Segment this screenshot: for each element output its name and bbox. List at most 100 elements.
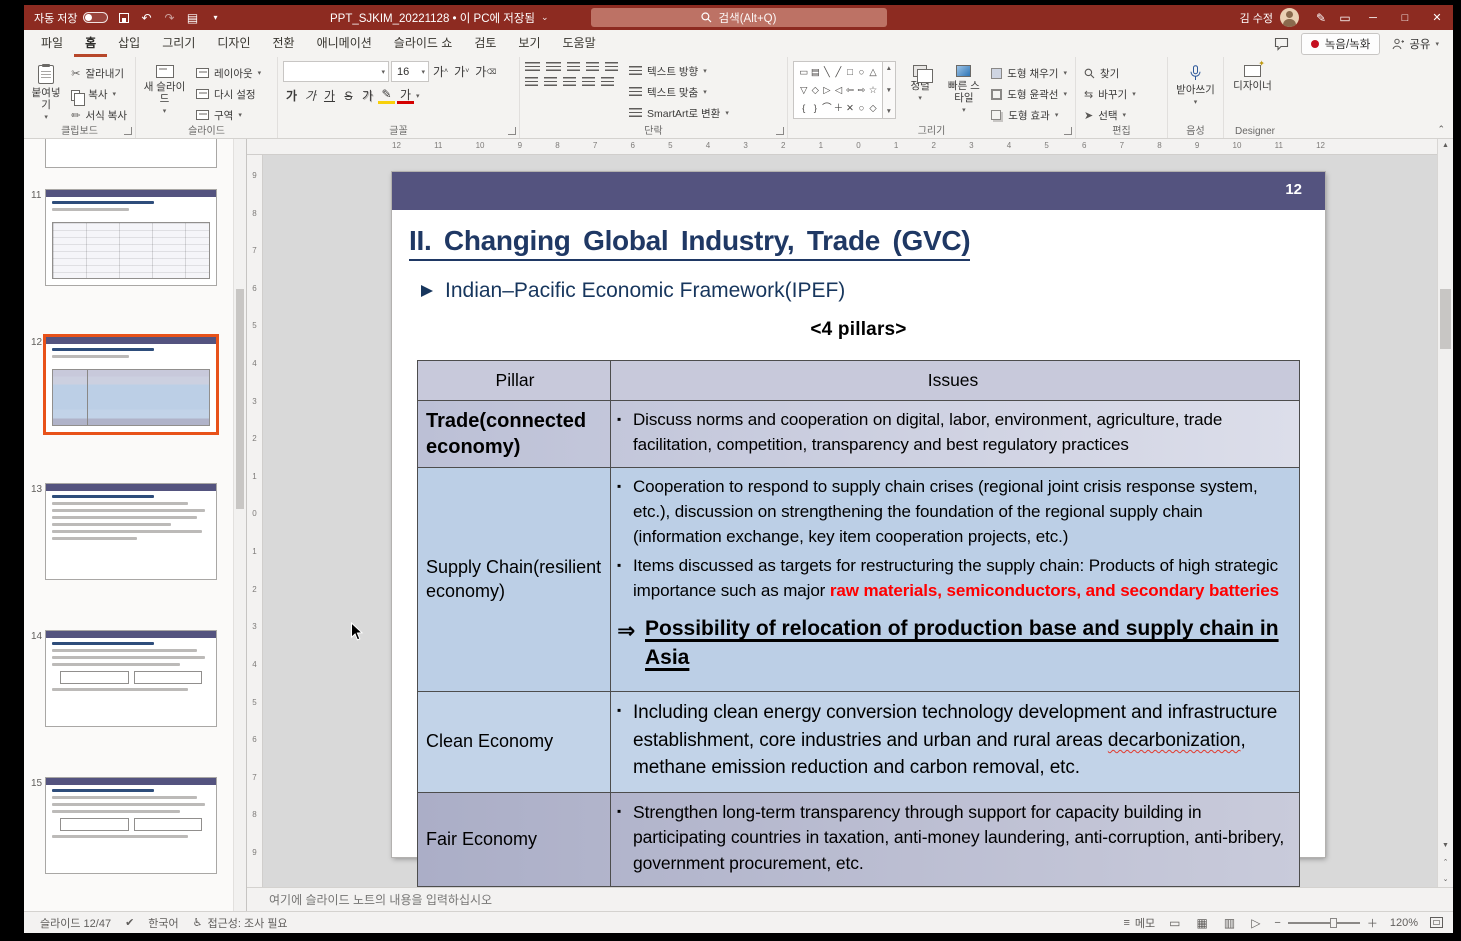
slide-bullet[interactable]: Indian–Pacific Economic Framework(IPEF)	[421, 279, 1325, 303]
reading-view-button[interactable]: ▥	[1222, 916, 1237, 930]
line-spacing-button[interactable]	[605, 62, 618, 73]
find-button[interactable]: 찾기	[1081, 63, 1139, 83]
shape-option[interactable]: ○	[856, 64, 868, 81]
language-status[interactable]: 한국어	[148, 915, 178, 931]
notes-area[interactable]: 여기에 슬라이드 노트의 내용을 입력하십시오	[247, 887, 1453, 911]
thumbnail-preview[interactable]	[45, 777, 217, 874]
drawing-dialog-launcher-icon[interactable]	[1064, 127, 1072, 135]
ribbon-display-options-button[interactable]: ▭	[1333, 5, 1357, 30]
shape-outline-button[interactable]: 도형 윤곽선▾	[988, 84, 1070, 104]
copy-button[interactable]: 복사▾	[68, 84, 130, 104]
shape-option[interactable]: ☆	[867, 82, 879, 99]
accessibility-status[interactable]: ♿접근성: 조사 필요	[193, 915, 288, 931]
reset-button[interactable]: 다시 설정	[193, 84, 264, 104]
previous-slide-button[interactable]: ⌃	[1443, 858, 1449, 866]
shape-option[interactable]: ○	[856, 100, 868, 117]
thumbnail-preview[interactable]	[45, 336, 217, 433]
shape-option[interactable]: ⌒	[821, 100, 833, 117]
fit-to-window-icon[interactable]	[1430, 917, 1443, 928]
shape-option[interactable]: ◇	[867, 100, 879, 117]
shape-option[interactable]: ⇨	[856, 82, 868, 99]
new-slide-button[interactable]: 새 슬라이드 ▾	[141, 61, 188, 116]
table-caption[interactable]: <4 pillars>	[392, 319, 1325, 341]
bullets-button[interactable]	[525, 62, 540, 73]
shape-option[interactable]: ▽	[798, 82, 810, 99]
scroll-down-icon[interactable]: ▼	[1442, 842, 1449, 849]
clear-formatting-button[interactable]: 가⌫	[473, 62, 498, 81]
ribbon-tab-디자인[interactable]: 디자인	[206, 30, 261, 57]
slide-title[interactable]: II. Changing Global Industry, Trade (GVC…	[409, 225, 1325, 257]
shape-gallery[interactable]: ▭▤╲╱□○△ ▽◇▷◁⇦⇨☆ {}⌒＋✕○◇ ▲ ▼ ▼	[793, 61, 896, 119]
share-button[interactable]: 공유 ▾	[1392, 36, 1439, 52]
vertical-scrollbar[interactable]: ▲ ▼ ⌃ ⌄	[1437, 139, 1453, 887]
align-text-button[interactable]: 텍스트 맞춤▾	[626, 82, 732, 102]
shape-option[interactable]: ╱	[833, 64, 845, 81]
slide-thumbnail-partial[interactable]	[45, 139, 217, 168]
slide-thumbnail-15[interactable]: 15	[24, 777, 230, 897]
minimize-button[interactable]: ─	[1357, 5, 1389, 30]
ribbon-tab-검토[interactable]: 검토	[463, 30, 507, 57]
undo-button[interactable]: ↶	[140, 11, 154, 25]
user-avatar[interactable]	[1280, 8, 1299, 27]
thumbnail-scrollbar-thumb[interactable]	[236, 289, 244, 509]
shape-option[interactable]: ▤	[810, 64, 822, 81]
justify-button[interactable]	[582, 77, 595, 88]
paste-button[interactable]: 붙여넣기 ▾	[29, 61, 63, 122]
autosave-switch-icon[interactable]	[83, 12, 108, 23]
slide-thumbnail-14[interactable]: 14	[24, 630, 230, 750]
thumbnail-preview[interactable]	[45, 189, 217, 286]
zoom-in-icon[interactable]: ＋	[1367, 915, 1378, 931]
numbering-button[interactable]	[546, 62, 561, 73]
arrange-button[interactable]: 정렬 ▾	[901, 61, 940, 103]
zoom-out-icon[interactable]: −	[1274, 917, 1280, 929]
ribbon-tab-보기[interactable]: 보기	[507, 30, 551, 57]
strikethrough-button[interactable]: S	[340, 86, 357, 105]
save-button[interactable]	[117, 13, 131, 23]
ribbon-tab-홈[interactable]: 홈	[74, 30, 107, 57]
decrease-indent-button[interactable]	[567, 62, 580, 73]
slide-sorter-view-button[interactable]: ▦	[1195, 916, 1210, 930]
ribbon-tab-도움말[interactable]: 도움말	[552, 30, 607, 57]
maximize-button[interactable]: □	[1389, 5, 1421, 30]
zoom-slider-thumb[interactable]	[1330, 918, 1337, 928]
italic-button[interactable]: 가	[302, 86, 319, 105]
bold-button[interactable]: 가	[283, 86, 300, 105]
zoom-control[interactable]: − ＋	[1274, 915, 1377, 931]
designer-button[interactable]: 디자이너	[1229, 61, 1276, 92]
layout-button[interactable]: 레이아웃▾	[193, 63, 264, 83]
thumbnail-preview[interactable]	[45, 483, 217, 580]
comments-icon[interactable]	[1274, 37, 1289, 51]
record-button[interactable]: 녹음/녹화	[1301, 33, 1381, 55]
quick-styles-button[interactable]: 빠른 스타일 ▾	[945, 61, 984, 115]
ribbon-tab-전환[interactable]: 전환	[261, 30, 305, 57]
shape-option[interactable]: ⇦	[844, 82, 856, 99]
dictate-button[interactable]: 받아쓰기 ▾	[1173, 61, 1218, 107]
redo-button[interactable]: ↷	[163, 11, 177, 25]
shrink-font-button[interactable]: 가˅	[452, 62, 471, 81]
table-row-clean[interactable]: Clean Economy▪Including clean energy con…	[418, 692, 1299, 793]
normal-view-button[interactable]: ▭	[1167, 916, 1182, 930]
slide[interactable]: 12 II. Changing Global Industry, Trade (…	[392, 172, 1325, 857]
shape-option[interactable]: }	[810, 100, 822, 117]
shape-fill-button[interactable]: 도형 채우기▾	[988, 63, 1070, 83]
shape-option[interactable]: △	[867, 64, 879, 81]
gallery-up-icon[interactable]: ▲	[886, 65, 892, 72]
scrollbar-thumb[interactable]	[1440, 289, 1451, 349]
scroll-up-icon[interactable]: ▲	[1438, 142, 1453, 149]
shape-option[interactable]: ▭	[798, 64, 810, 81]
shape-option[interactable]: ◇	[810, 82, 822, 99]
gallery-down-icon[interactable]: ▼	[886, 87, 892, 94]
paragraph-dialog-launcher-icon[interactable]	[776, 127, 784, 135]
clipboard-dialog-launcher-icon[interactable]	[124, 127, 132, 135]
next-slide-button[interactable]: ⌄	[1443, 875, 1449, 883]
font-dialog-launcher-icon[interactable]	[508, 127, 516, 135]
slide-header-bar[interactable]: 12	[392, 172, 1325, 210]
ribbon-tab-파일[interactable]: 파일	[30, 30, 74, 57]
zoom-slider[interactable]	[1288, 922, 1360, 924]
convert-smartart-button[interactable]: SmartArt로 변환▾	[626, 103, 732, 123]
notes-toggle-button[interactable]: ≡메모	[1123, 915, 1155, 931]
ribbon-tab-슬라이드 쇼[interactable]: 슬라이드 쇼	[383, 30, 464, 57]
align-left-button[interactable]	[525, 77, 538, 88]
ribbon-tab-그리기[interactable]: 그리기	[151, 30, 206, 57]
shape-option[interactable]: □	[844, 64, 856, 81]
